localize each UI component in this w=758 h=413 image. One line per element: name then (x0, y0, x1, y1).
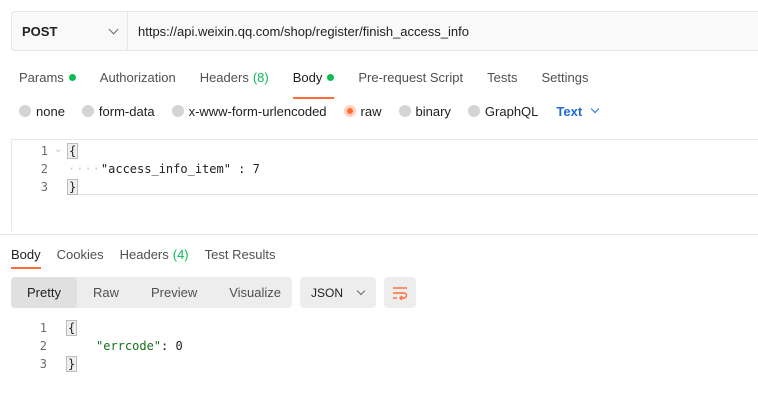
response-view-switcher: Pretty Raw Preview Visualize (11, 277, 292, 308)
tab-authorization[interactable]: Authorization (100, 67, 176, 87)
request-url-bar: POST https://api.weixin.qq.com/shop/regi… (11, 11, 758, 51)
tab-label: Test Results (204, 246, 276, 262)
tab-settings[interactable]: Settings (541, 67, 588, 87)
body-type-binary[interactable]: binary (398, 103, 451, 119)
json-value: 0 (175, 339, 183, 353)
tab-response-body[interactable]: Body (11, 245, 41, 269)
json-separator: : (230, 162, 253, 176)
body-indicator-dot (327, 73, 335, 81)
radio-icon (19, 105, 31, 117)
indent-guide: ···· (68, 162, 101, 176)
code-line-3: } (66, 178, 79, 196)
tab-cookies[interactable]: Cookies (57, 245, 104, 263)
tab-label: Body (11, 246, 41, 262)
json-key: "access_info_item" (100, 162, 231, 176)
wrap-lines-icon (393, 286, 408, 300)
view-pretty[interactable]: Pretty (11, 277, 77, 308)
code-area: { ····"access_info_item" : 7 } (66, 140, 758, 196)
method-label: POST (22, 23, 58, 39)
tab-pre-request-script[interactable]: Pre-request Script (358, 67, 463, 87)
close-brace: } (65, 356, 78, 372)
tab-tests[interactable]: Tests (487, 67, 517, 87)
code-line-2: ····"access_info_item" : 7 (68, 160, 260, 178)
radio-icon (171, 105, 184, 117)
body-type-none[interactable]: none (19, 103, 65, 119)
open-brace: { (65, 320, 78, 336)
body-type-raw[interactable]: raw (343, 103, 382, 119)
radio-icon (398, 105, 411, 117)
json-key-text: "errcode" (96, 339, 162, 353)
tab-label: Tests (487, 69, 518, 85)
radio-label: raw (360, 103, 382, 119)
tab-params[interactable]: Params (19, 67, 76, 87)
line-number: 3 (40, 180, 48, 194)
tab-label: Pre-request Script (358, 69, 464, 85)
chevron-down-icon (356, 286, 366, 295)
json-value: 7 (252, 162, 260, 176)
body-type-graphql[interactable]: GraphQL (467, 103, 539, 119)
request-body-editor[interactable]: 1 2 3 ⌄ { ····"access_info_item" : 7 } (11, 139, 758, 231)
tab-label: Body (292, 69, 323, 85)
tab-label: Cookies (56, 246, 104, 262)
radio-label: x-www-form-urlencoded (188, 103, 327, 119)
radio-label: form-data (98, 103, 155, 119)
radio-icon (81, 105, 94, 117)
radio-label: GraphQL (484, 103, 539, 119)
line-number: 2 (39, 339, 47, 353)
code-line-1: { (66, 142, 79, 160)
tab-headers[interactable]: Headers (8) (200, 67, 269, 87)
json-separator: : (161, 339, 176, 353)
line-number: 2 (40, 162, 48, 176)
resp-line-2: "errcode": 0 (67, 337, 183, 355)
chevron-down-icon (108, 24, 119, 34)
body-type-options: none form-data x-www-form-urlencoded raw… (19, 103, 600, 119)
view-preview[interactable]: Preview (135, 277, 213, 308)
radio-label: none (36, 103, 65, 119)
tab-test-results[interactable]: Test Results (205, 245, 276, 263)
tab-label: Headers (119, 246, 169, 262)
radio-selected-icon (343, 105, 356, 117)
line-number: 1 (39, 321, 47, 335)
pane-divider[interactable] (0, 234, 758, 235)
wrap-lines-button[interactable] (384, 277, 416, 308)
tab-label: Headers (199, 69, 249, 85)
response-body-viewer: 1 2 3 { "errcode": 0 } (0, 318, 758, 378)
open-brace: { (66, 143, 79, 159)
body-type-urlencoded[interactable]: x-www-form-urlencoded (171, 103, 327, 119)
body-format-select[interactable]: Text (556, 103, 600, 119)
chevron-down-icon (590, 104, 600, 114)
response-format-select[interactable]: JSON (300, 277, 376, 308)
tab-response-headers[interactable]: Headers (4) (120, 245, 189, 263)
body-format-label: Text (556, 103, 583, 119)
request-tabs: Params Authorization Headers (8) Body Pr… (19, 67, 612, 99)
url-input[interactable]: https://api.weixin.qq.com/shop/register/… (128, 24, 469, 39)
response-tabs: Body Cookies Headers (4) Test Results (11, 245, 291, 269)
fold-chevron-icon[interactable]: ⌄ (54, 144, 62, 155)
tab-body[interactable]: Body (292, 67, 335, 99)
params-indicator-dot (68, 73, 76, 81)
headers-count: (8) (252, 69, 269, 85)
tab-label: Params (19, 69, 64, 85)
body-type-form-data[interactable]: form-data (81, 103, 155, 119)
radio-icon (467, 105, 480, 117)
close-brace: } (66, 179, 79, 195)
radio-label: binary (415, 103, 451, 119)
response-format-label: JSON (311, 285, 344, 300)
view-raw[interactable]: Raw (77, 277, 135, 308)
method-select[interactable]: POST (12, 12, 128, 50)
resp-line-3: } (65, 355, 78, 373)
view-visualize[interactable]: Visualize (213, 277, 297, 308)
line-number: 3 (39, 357, 47, 371)
tab-label: Authorization (99, 69, 176, 85)
response-headers-count: (4) (172, 246, 189, 262)
resp-line-1: { (65, 319, 78, 337)
json-key: "errcode" (67, 339, 161, 353)
line-number: 1 (40, 144, 48, 158)
tab-label: Settings (541, 69, 589, 85)
